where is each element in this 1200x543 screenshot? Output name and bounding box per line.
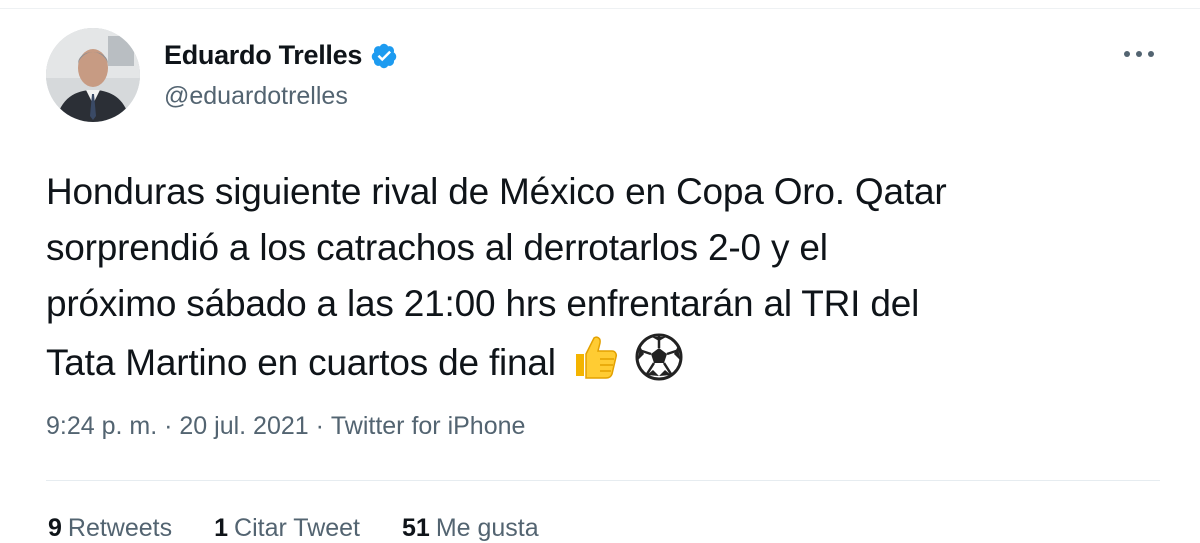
avatar[interactable] [46,28,140,122]
likes-count: 51 [402,514,430,542]
quote-tweets-label: Citar Tweet [234,514,361,542]
tweet-text-line: Honduras siguiente rival de México en Co… [46,171,947,212]
tweet-text-line: Tata Martino en cuartos de final [46,341,556,383]
tweet-text-line: próximo sábado a las 21:00 hrs enfrentar… [46,283,920,324]
tweet-time[interactable]: 9:24 p. m. [46,412,157,441]
tweet-date[interactable]: 20 jul. 2021 [179,412,308,441]
tweet-source[interactable]: Twitter for iPhone [331,412,526,441]
thumbs-up-icon [570,332,620,398]
author-display-name[interactable]: Eduardo Trelles [164,40,362,71]
tweet-text-line-last: Tata Martino en cuartos de final [46,332,1166,398]
tweet-text-line: sorprendió a los catrachos al derrotarlo… [46,227,828,268]
tweet-meta: 9:24 p. m. · 20 jul. 2021 · Twitter for … [46,412,525,441]
top-border [0,0,1200,9]
author-handle[interactable]: @eduardotrelles [164,82,348,111]
retweets-stat[interactable]: 9 Retweets [48,514,172,543]
retweets-label: Retweets [67,514,173,542]
quote-tweets-count: 1 [214,514,229,542]
meta-separator: · [157,412,180,440]
likes-label: Me gusta [435,514,539,542]
divider [46,480,1160,481]
more-options-icon[interactable] [1118,40,1160,68]
tweet-text: Honduras siguiente rival de México en Co… [46,164,1166,398]
quote-tweets-stat[interactable]: 1 Citar Tweet [214,514,360,543]
author-name-row: Eduardo Trelles [164,40,398,71]
meta-separator: · [308,412,331,440]
verified-badge-icon [370,42,398,70]
retweets-count: 9 [48,514,62,542]
likes-stat[interactable]: 51 Me gusta [402,514,539,543]
tweet-card: Eduardo Trelles @eduardotrelles Honduras… [0,0,1200,542]
soccer-ball-icon [634,332,684,398]
tweet-stats: 9 Retweets 1 Citar Tweet 51 Me gusta [48,514,539,543]
